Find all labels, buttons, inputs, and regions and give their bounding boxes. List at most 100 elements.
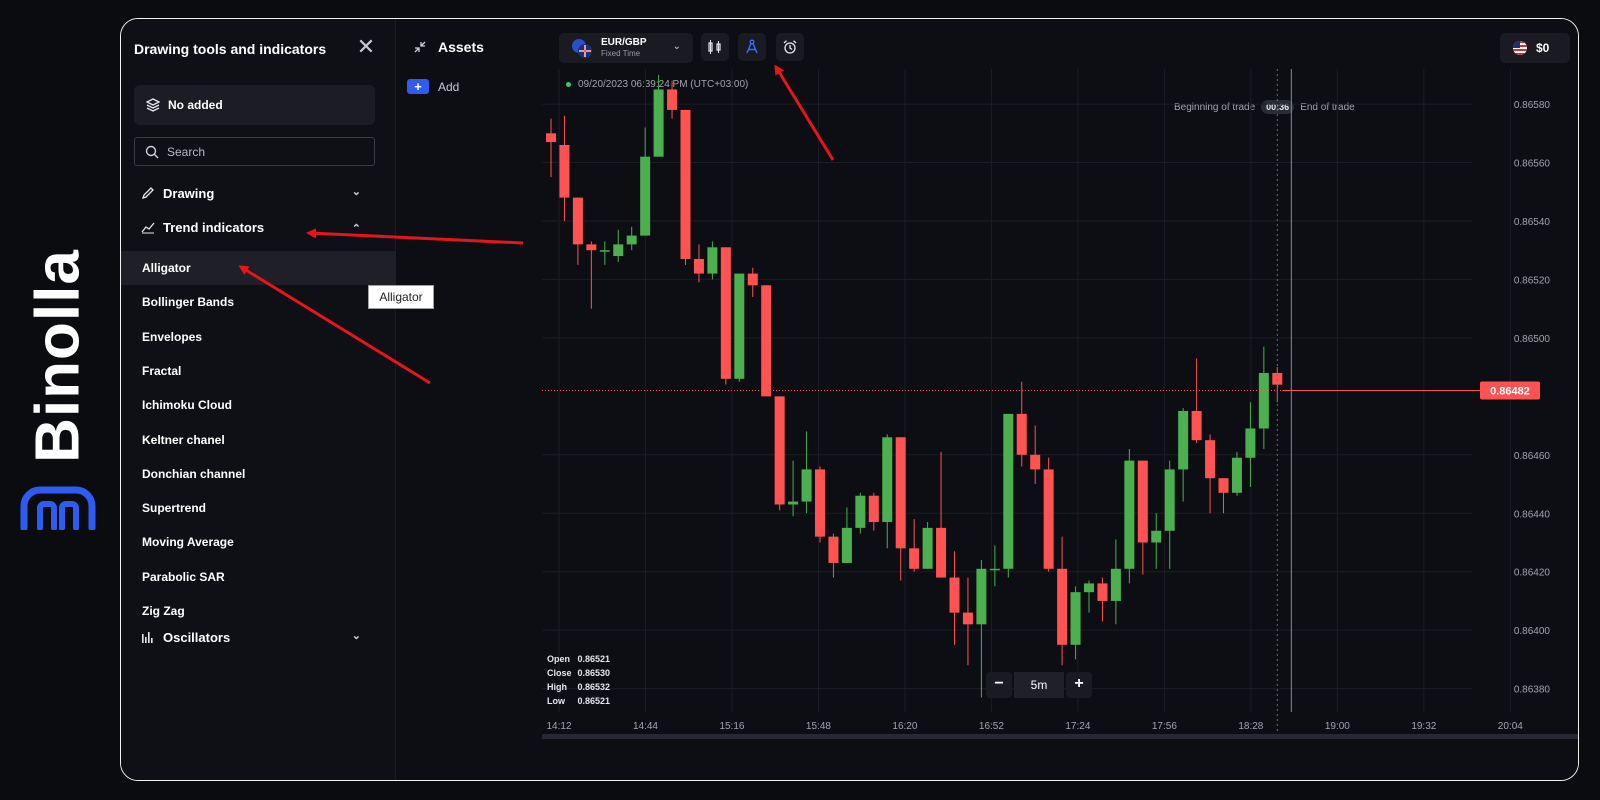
timeframe-value[interactable]: 5m [1014, 672, 1064, 698]
category-drawing[interactable]: Drawing ⌄ [141, 182, 361, 204]
pair-names: EUR/GBP Fixed Time [601, 38, 647, 58]
x-tick-label: 17:56 [1152, 721, 1177, 732]
indicator-item-ichimoku-cloud[interactable]: Ichimoku Cloud [121, 388, 396, 422]
candle-body [895, 437, 906, 549]
zoom-in-button[interactable]: + [1066, 672, 1092, 698]
candle [1137, 460, 1148, 575]
candle-body [680, 109, 691, 259]
candle-body [761, 285, 772, 397]
asset-pair-select[interactable]: EUR/GBP Fixed Time ⌄ [559, 33, 693, 63]
candle-body [572, 197, 583, 245]
candle [1030, 425, 1041, 485]
candlestick-icon [708, 40, 721, 54]
chevron-down-icon: ⌄ [351, 186, 361, 198]
candle [599, 241, 610, 265]
y-tick-label: 0.86500 [1514, 334, 1551, 345]
candle [949, 551, 960, 645]
ohlc-close: Close 0.86530 [547, 668, 611, 678]
indicator-item-keltner-chanel[interactable]: Keltner chanel [121, 423, 396, 457]
candle-body [1043, 469, 1054, 569]
indicator-tooltip: Alligator [368, 285, 434, 309]
x-tick-label: 17:24 [1065, 721, 1090, 732]
trend-chart-icon [141, 222, 155, 234]
indicator-item-alligator[interactable]: Alligator [121, 251, 396, 285]
x-tick-label: 15:48 [806, 721, 831, 732]
balance-button[interactable]: $0 [1500, 33, 1570, 63]
candle [962, 577, 973, 666]
candle-body [1205, 440, 1216, 479]
indicator-item-zig-zag[interactable]: Zig Zag [121, 594, 396, 628]
current-price-label: 0.86482 [1490, 386, 1530, 398]
candle [640, 127, 651, 236]
candle-body [976, 568, 987, 625]
indicator-item-parabolic-sar[interactable]: Parabolic SAR [121, 560, 396, 594]
candle [1245, 402, 1256, 487]
timeframe-control: − 5m + [986, 672, 1092, 698]
add-asset-button[interactable]: + Add [407, 79, 459, 94]
candle-body [546, 133, 556, 143]
indicator-item-supertrend[interactable]: Supertrend [121, 491, 396, 525]
indicator-item-envelopes[interactable]: Envelopes [121, 320, 396, 354]
candle-body [1110, 568, 1121, 601]
candle-body [707, 247, 718, 274]
compass-drawing-icon [746, 39, 758, 54]
candle-body [801, 469, 812, 502]
candle-body [586, 244, 597, 251]
candle [720, 247, 731, 385]
candle-body [882, 437, 893, 523]
candle-body [962, 612, 973, 625]
category-oscillators-label: Oscillators [163, 629, 231, 645]
category-trend-label: Trend indicators [163, 219, 265, 235]
candle-body [559, 144, 570, 198]
y-tick-label: 0.86560 [1514, 159, 1551, 170]
candle-body [828, 536, 839, 563]
candle [976, 560, 987, 698]
x-tick-label: 15:16 [719, 721, 744, 732]
candle [1016, 381, 1027, 467]
candle-body [613, 244, 624, 257]
close-icon[interactable]: ✕ [356, 36, 376, 58]
chart-type-button[interactable] [701, 33, 729, 61]
search-input[interactable] [167, 144, 367, 159]
candle [855, 492, 866, 534]
price-chart[interactable]: 0.86580 0.86560 0.86540 0.86520 0.86500 0.864… [542, 69, 1579, 734]
candle-body [1137, 460, 1148, 543]
chevron-down-icon: ⌄ [672, 41, 681, 52]
candle-body [720, 247, 731, 379]
category-trend-indicators[interactable]: Trend indicators ⌃ [141, 216, 361, 238]
collapse-arrows-icon[interactable] [414, 41, 426, 53]
candle-body [1097, 583, 1108, 601]
zoom-out-button[interactable]: − [986, 672, 1012, 698]
candles [546, 74, 1283, 698]
ohlc-readout: Open 0.86521 Close 0.86530 High 0.86532 … [547, 652, 610, 708]
indicator-item-moving-average[interactable]: Moving Average [121, 525, 396, 559]
y-tick-label: 0.86420 [1514, 568, 1551, 579]
candle-body [815, 469, 825, 537]
indicator-item-fractal[interactable]: Fractal [121, 354, 396, 388]
candle-body [989, 568, 1000, 571]
price-alert-button[interactable] [776, 33, 804, 61]
search-field[interactable] [134, 137, 375, 166]
drawing-tools-button[interactable] [738, 33, 766, 61]
x-tick-label: 14:44 [633, 721, 658, 732]
candle [895, 437, 906, 581]
x-tick-label: 16:20 [892, 721, 917, 732]
flag-us-icon [1513, 41, 1527, 55]
ohlc-low: Low 0.86521 [547, 696, 611, 706]
added-indicators-box[interactable]: No added [134, 85, 375, 125]
candle-body [949, 577, 960, 613]
candle [1003, 413, 1014, 578]
candle [559, 115, 570, 221]
candle-body [640, 156, 651, 236]
candle [1057, 536, 1068, 666]
category-oscillators[interactable]: Oscillators ⌄ [141, 626, 361, 648]
candle [1097, 577, 1108, 622]
ohlc-open: Open 0.86521 [547, 654, 611, 664]
candle [707, 241, 718, 280]
indicator-item-bollinger-bands[interactable]: Bollinger Bands [121, 285, 396, 319]
indicator-item-donchian-channel[interactable]: Donchian channel [121, 457, 396, 491]
candle [546, 118, 556, 178]
x-tick-label: 18:28 [1238, 721, 1263, 732]
chart-scrollbar[interactable] [542, 734, 1578, 739]
candle [734, 273, 745, 382]
